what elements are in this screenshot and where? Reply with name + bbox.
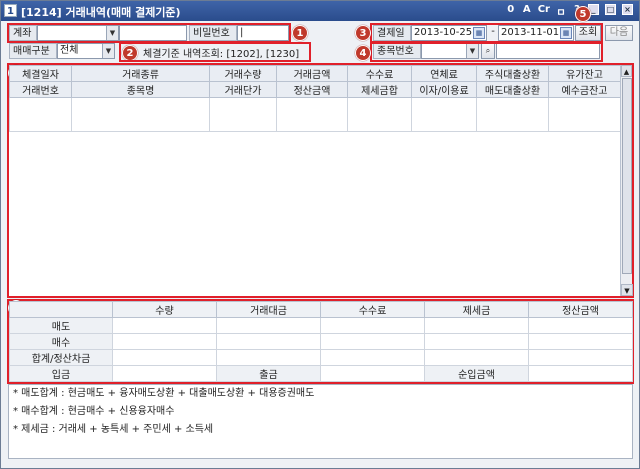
col-header-trade-amount[interactable]: 거래금액 (276, 65, 348, 82)
col-header-tax-total[interactable]: 제세금합 (347, 81, 412, 98)
maximize-button[interactable]: □ (605, 4, 616, 15)
summary-row-sell: 매도 (9, 317, 633, 334)
summary-row-total: 합계/정산차금 (9, 349, 633, 366)
title-tools: 0 A Cr ㅁ ? _ □ × (506, 4, 633, 19)
grid-header-row-2: 거래번호 종목명 거래단가 정산금액 제세금합 이자/이용료 매도대출상환 예수… (9, 81, 621, 98)
col-header-stock-loan-repay[interactable]: 주식대출상환 (476, 65, 549, 82)
tool-cr-button[interactable]: Cr (538, 4, 550, 19)
summary-row-label: 매도 (9, 317, 113, 334)
scroll-down-icon[interactable]: ▼ (621, 284, 633, 296)
marker-3: 3 (355, 25, 371, 41)
summary-row-label: 합계/정산차금 (9, 349, 113, 366)
col-header-late-fee[interactable]: 연체료 (411, 65, 477, 82)
col-header-deposit-balance[interactable]: 예수금잔고 (548, 81, 621, 98)
legend-buy-total: * 매수합계 : 현금매수 + 신용융자매수 (13, 406, 175, 417)
summary-col-trade-amount: 거래대금 (216, 301, 321, 318)
col-header-trade-no[interactable]: 거래번호 (9, 81, 72, 98)
deposit-label: 입금 (9, 365, 113, 382)
col-header-stock-name[interactable]: 종목명 (71, 81, 210, 98)
title-bar[interactable]: 1 [1214] 거래내역(매매 결제기준) 0 A Cr ㅁ ? _ □ × (1, 1, 639, 21)
col-header-trade-qty[interactable]: 거래수량 (209, 65, 277, 82)
grid-table: 체결일자 거래종류 거래수량 거래금액 수수료 연체료 주식대출상환 유가잔고 … (9, 65, 621, 132)
window-title: [1214] 거래내역(매매 결제기준) (21, 6, 181, 19)
table-row[interactable] (9, 97, 621, 132)
col-header-interest[interactable]: 이자/이용료 (411, 81, 477, 98)
trade-type-label: 매매구분 (9, 43, 57, 59)
tool-font-button[interactable]: A (522, 4, 532, 19)
col-header-securities-balance[interactable]: 유가잔고 (548, 65, 621, 82)
marker-4: 4 (355, 45, 371, 61)
summary-header-row: 수량 거래대금 수수료 제세금 정산금액 (9, 301, 633, 318)
summary-row-label: 매수 (9, 333, 113, 350)
tool-link-button[interactable]: ㅁ (556, 4, 566, 19)
summary-col-fee: 수수료 (320, 301, 425, 318)
withdraw-label: 출금 (216, 365, 321, 382)
trade-type-combo[interactable]: 전체 ▼ (57, 43, 115, 59)
summary-col-qty: 수량 (112, 301, 217, 318)
col-header-trade-date[interactable]: 체결일자 (9, 65, 72, 82)
chevron-down-icon[interactable]: ▼ (102, 44, 114, 58)
summary-row-buy: 매수 (9, 333, 633, 350)
next-button[interactable]: 다음 (605, 25, 633, 41)
grid-scrollbar[interactable]: ▲ ▼ (620, 65, 633, 296)
col-header-fee[interactable]: 수수료 (347, 65, 412, 82)
scroll-up-icon[interactable]: ▲ (621, 65, 632, 77)
window-badge: 1 (4, 4, 17, 17)
col-header-unit-price[interactable]: 거래단가 (209, 81, 277, 98)
summary-col-tax: 제세금 (424, 301, 529, 318)
query-notice: 체결기준 내역조회: [1202], [1230] (143, 49, 300, 60)
main-window: 1 [1214] 거래내역(매매 결제기준) 0 A Cr ㅁ ? _ □ × … (0, 0, 640, 469)
summary-col-settle: 정산금액 (528, 301, 633, 318)
net-deposit-label: 순입금액 (424, 365, 529, 382)
col-header-trade-type[interactable]: 거래종류 (71, 65, 210, 82)
summary-corner (9, 301, 113, 318)
highlight-box-1 (7, 23, 291, 43)
marker-5: 5 (575, 6, 591, 22)
legend-tax: * 제세금 : 거래세 + 농특세 + 주민세 + 소득세 (13, 424, 214, 435)
grid-header-row-1: 체결일자 거래종류 거래수량 거래금액 수수료 연체료 주식대출상환 유가잔고 (9, 65, 621, 82)
trade-type-value: 전체 (60, 45, 79, 56)
marker-1: 1 (292, 25, 308, 41)
scroll-thumb[interactable] (622, 78, 632, 274)
transaction-grid[interactable]: 체결일자 거래종류 거래수량 거래금액 수수료 연체료 주식대출상환 유가잔고 … (9, 65, 621, 296)
summary-table: 수량 거래대금 수수료 제세금 정산금액 매도 매수 합계/정산차금 입금 출금… (9, 301, 633, 382)
summary-row-cash: 입금 출금 순입금액 (9, 365, 633, 382)
tool-0-button[interactable]: 0 (506, 4, 516, 19)
col-header-settle-amount[interactable]: 정산금액 (276, 81, 348, 98)
legend-sell-total: * 매도합계 : 현금매도 + 융자매도상환 + 대출매도상환 + 대용증권매도 (13, 388, 315, 399)
col-header-sell-loan-repay[interactable]: 매도대출상환 (476, 81, 549, 98)
highlight-box-4 (370, 42, 603, 62)
highlight-box-3 (370, 23, 603, 43)
formula-legend: * 매도합계 : 현금매도 + 융자매도상환 + 대출매도상환 + 대용증권매도… (8, 384, 633, 459)
close-button[interactable]: × (622, 4, 633, 15)
